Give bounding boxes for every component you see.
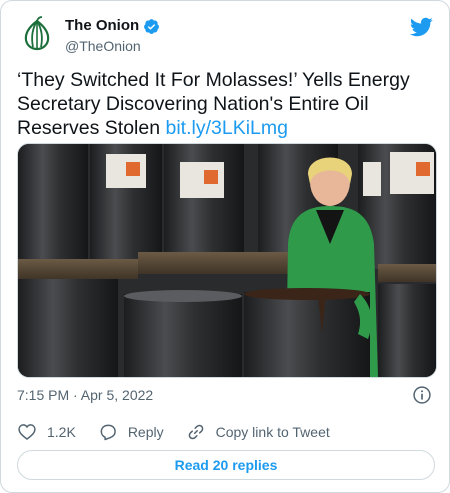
verified-icon: [144, 18, 160, 34]
like-button[interactable]: 1.2K: [17, 422, 76, 442]
info-icon[interactable]: [412, 385, 432, 405]
twitter-bird-icon[interactable]: [409, 15, 433, 39]
tweet-card: The Onion @TheOnion ‘They Switched It Fo…: [0, 0, 450, 493]
tweet-link[interactable]: bit.ly/3LKiLmg: [166, 117, 288, 139]
tweet-media-image[interactable]: [17, 143, 437, 378]
media-photo: [18, 144, 436, 377]
onion-logo-icon: [18, 16, 56, 54]
avatar[interactable]: [17, 15, 57, 55]
reply-icon: [100, 424, 116, 441]
tweet-text: ‘They Switched It For Molasses!’ Yells E…: [17, 68, 435, 140]
tweet-actions: 1.2K Reply Copy link to Tweet: [17, 421, 352, 443]
tweet-header: The Onion @TheOnion: [17, 15, 433, 59]
reply-label: Reply: [127, 424, 164, 440]
copy-link-button[interactable]: Copy link to Tweet: [186, 422, 330, 442]
author-names: The Onion @TheOnion: [65, 16, 160, 56]
heart-icon: [18, 424, 36, 441]
tweet-timestamp[interactable]: 7:15 PM · Apr 5, 2022: [17, 387, 153, 403]
like-count: 1.2K: [47, 424, 76, 440]
author-name-text[interactable]: The Onion: [65, 16, 139, 36]
reply-button[interactable]: Reply: [98, 422, 164, 442]
read-replies-button[interactable]: Read 20 replies: [17, 450, 435, 480]
copy-link-label: Copy link to Tweet: [215, 424, 330, 440]
author-display-name[interactable]: The Onion: [65, 16, 160, 36]
author-handle[interactable]: @TheOnion: [65, 36, 160, 56]
link-icon: [188, 424, 203, 440]
